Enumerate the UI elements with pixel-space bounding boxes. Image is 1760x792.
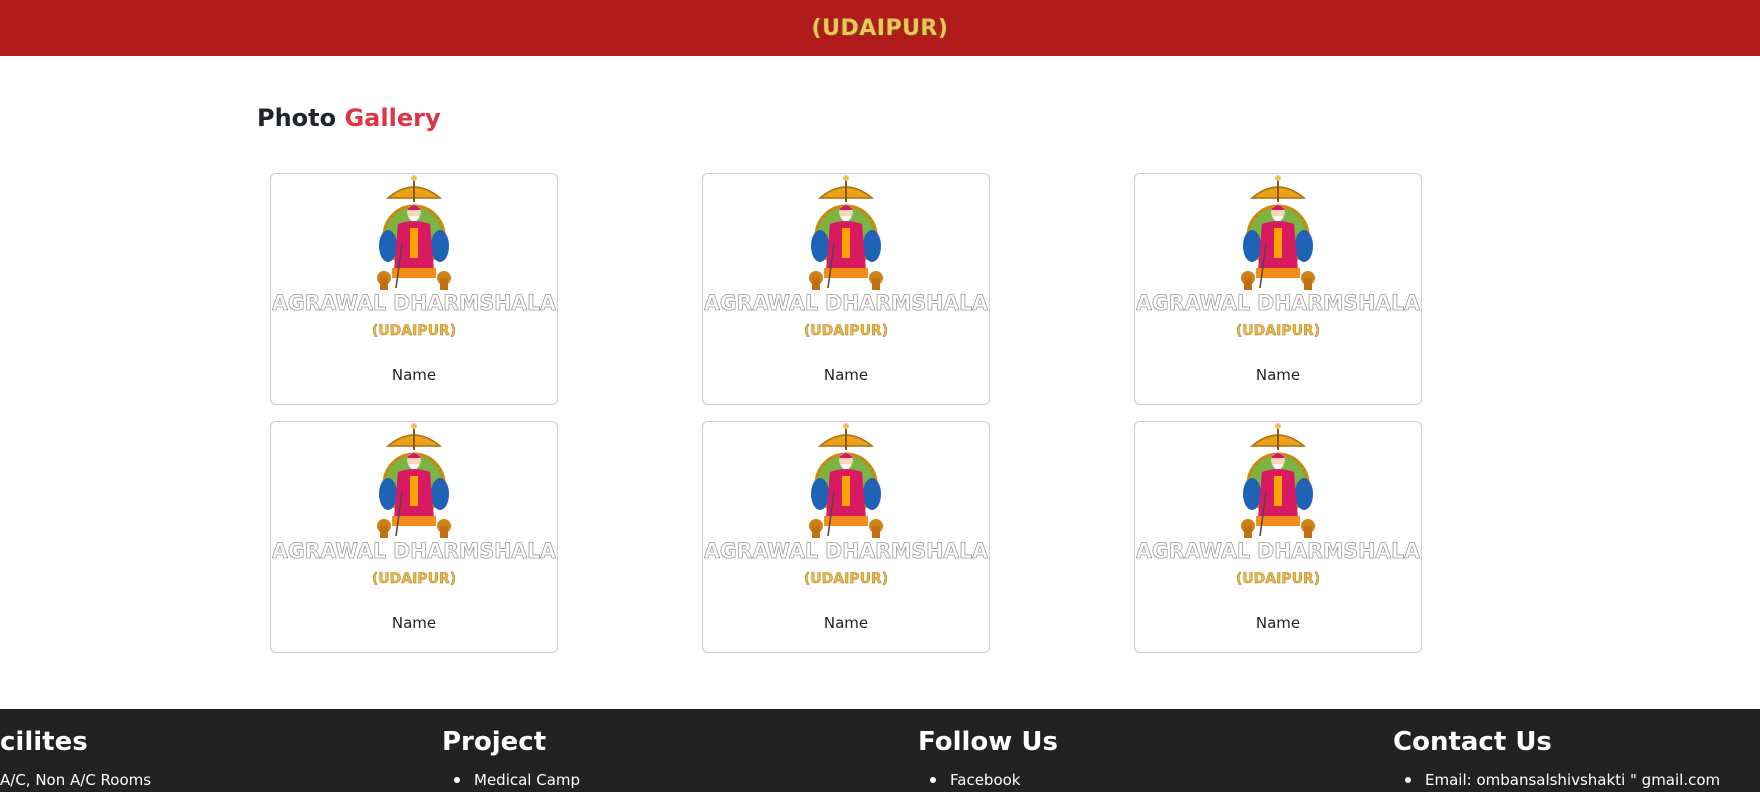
card-name: Name [823,614,869,632]
footer-facilities-item[interactable]: A/C, Non A/C Rooms [0,770,151,790]
gallery-card[interactable]: AGRAWAL DHARMSHALA (UDAIPUR) Name [270,173,558,405]
card-name: Name [391,614,437,632]
footer-contact-us-title: Contact Us [1393,727,1552,757]
gallery-card[interactable]: AGRAWAL DHARMSHALA (UDAIPUR) Name [702,421,990,653]
svg-text:AGRAWAL DHARMSHALA: AGRAWAL DHARMSHALA [1136,291,1421,315]
gallery-card[interactable]: AGRAWAL DHARMSHALA (UDAIPUR) Name [1134,173,1422,405]
svg-text:(UDAIPUR): (UDAIPUR) [1236,571,1320,587]
footer-facebook-link[interactable]: Facebook [918,770,1020,790]
bullet-icon [930,777,936,783]
footer-contact-us-list: Email: ombansalshivshakti " gmail.com [1393,770,1720,790]
card-name: Name [823,366,869,384]
card-name: Name [391,366,437,384]
page-title-main: Photo [257,104,337,132]
footer-facilities-title: cilites [0,727,88,757]
footer-follow-us-list: Facebook [918,770,1020,790]
deity-logo-icon: AGRAWAL DHARMSHALA (UDAIPUR) [1136,175,1421,339]
footer-facilities-list: A/C, Non A/C Rooms [0,770,151,790]
page-title-accent: Gallery [344,104,441,132]
svg-text:AGRAWAL DHARMSHALA: AGRAWAL DHARMSHALA [704,539,989,563]
site-footer: cilites A/C, Non A/C Rooms Project Medic… [0,709,1760,792]
bullet-icon [454,777,460,783]
deity-logo-icon: AGRAWAL DHARMSHALA (UDAIPUR) [272,175,557,339]
card-name: Name [1255,614,1301,632]
bullet-icon [1405,777,1411,783]
svg-text:AGRAWAL DHARMSHALA: AGRAWAL DHARMSHALA [272,291,557,315]
svg-text:(UDAIPUR): (UDAIPUR) [1236,323,1320,339]
footer-project-title: Project [442,727,547,757]
banner-title: (UDAIPUR) [811,15,949,41]
deity-logo-icon: AGRAWAL DHARMSHALA (UDAIPUR) [704,175,989,339]
page-title: Photo Gallery [257,104,441,132]
photo-gallery-grid: AGRAWAL DHARMSHALA (UDAIPUR) Name AGRAWA… [270,173,1422,653]
footer-follow-us-title: Follow Us [918,727,1058,757]
top-banner: (UDAIPUR) [0,0,1760,56]
gallery-card[interactable]: AGRAWAL DHARMSHALA (UDAIPUR) Name [702,173,990,405]
footer-project-item[interactable]: Medical Camp [442,770,580,790]
deity-logo-icon: AGRAWAL DHARMSHALA (UDAIPUR) [272,423,557,587]
gallery-card[interactable]: AGRAWAL DHARMSHALA (UDAIPUR) Name [270,421,558,653]
deity-logo-icon: AGRAWAL DHARMSHALA (UDAIPUR) [1136,423,1421,587]
svg-text:(UDAIPUR): (UDAIPUR) [804,571,888,587]
card-name: Name [1255,366,1301,384]
footer-email-link[interactable]: Email: ombansalshivshakti " gmail.com [1393,770,1720,790]
svg-text:(UDAIPUR): (UDAIPUR) [804,323,888,339]
svg-text:(UDAIPUR): (UDAIPUR) [372,571,456,587]
svg-text:(UDAIPUR): (UDAIPUR) [372,323,456,339]
gallery-card[interactable]: AGRAWAL DHARMSHALA (UDAIPUR) Name [1134,421,1422,653]
deity-logo-icon: AGRAWAL DHARMSHALA (UDAIPUR) [704,423,989,587]
svg-text:AGRAWAL DHARMSHALA: AGRAWAL DHARMSHALA [272,539,557,563]
footer-project-list: Medical Camp [442,770,580,790]
svg-text:AGRAWAL DHARMSHALA: AGRAWAL DHARMSHALA [1136,539,1421,563]
svg-text:AGRAWAL DHARMSHALA: AGRAWAL DHARMSHALA [704,291,989,315]
